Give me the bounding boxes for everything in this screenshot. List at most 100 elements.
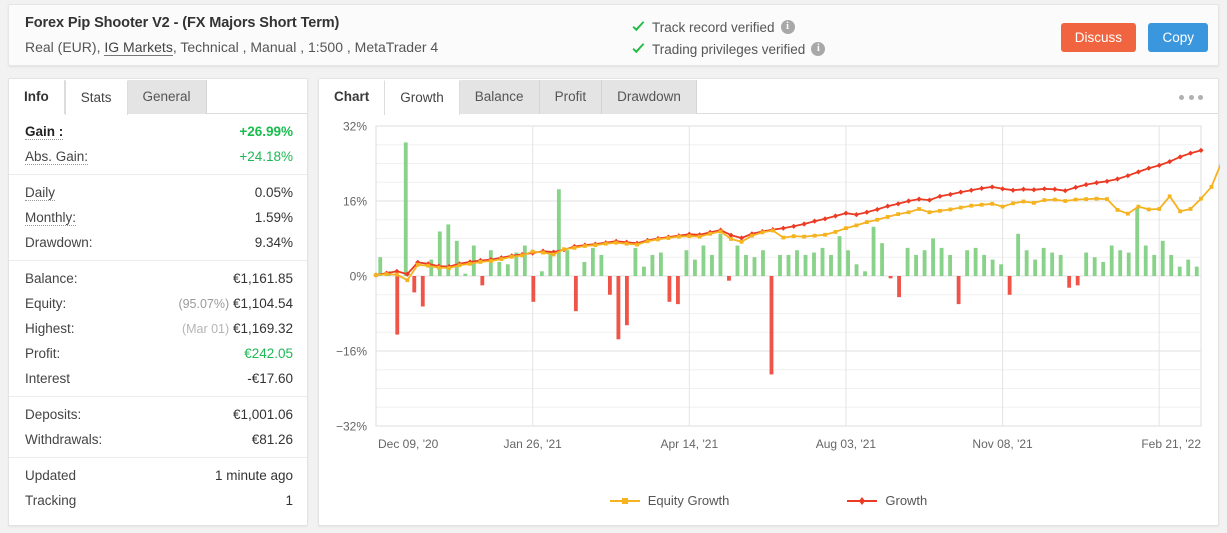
stat-value-daily: 0.05% [254,185,293,200]
stat-label-equity: Equity: [25,296,67,311]
x-axis-tick-label: Dec 09, '20 [378,437,439,451]
three-dots-icon[interactable] [1176,89,1206,105]
tab-balance[interactable]: Balance [459,80,540,114]
stat-row-equity: Equity: (95.07%) €1,104.54 [9,291,307,316]
stat-row-deposits: Deposits: €1,001.06 [9,402,307,427]
account-type: Real (EUR), [25,39,101,55]
info-icon[interactable]: i [780,20,795,34]
verification-trading-privileges-label: Trading privileges verified [652,41,806,57]
chart-legend: Equity Growth Growth [319,493,1218,508]
stat-value-interest: -€17.60 [247,371,293,386]
stat-label-interest: Interest [25,371,71,386]
stat-value-highest: (Mar 01) €1,169.32 [182,321,293,336]
info-icon[interactable]: i [811,42,826,56]
stat-label-profit: Profit: [25,346,61,361]
stat-row-highest: Highest: (Mar 01) €1,169.32 [9,316,307,341]
growth-chart: 32% 16% 0% −16% −32% Dec 09, '20 Jan 26, '21 Ap… [319,114,1220,526]
stat-label-gain[interactable]: Gain : [25,124,64,140]
stat-value-updated: 1 minute ago [214,468,293,483]
legend-item-growth[interactable]: Growth [847,493,927,508]
stat-row-gain: Gain : +26.99% [9,119,307,144]
stat-value-withdrawals: €81.26 [251,432,293,447]
stat-label-tracking: Tracking [25,493,77,508]
legend-marker-equity-growth [609,495,640,507]
stat-row-tracking: Tracking 1 [9,488,307,513]
account-meta: Real (EUR), IG Markets, Technical , Manu… [25,39,439,56]
y-axis-tick-label: −16% [336,345,367,359]
stat-row-interest: Interest -€17.60 [9,366,307,391]
tab-stats[interactable]: Stats [64,80,128,115]
y-axis-tick-label: −32% [336,420,367,434]
stats-group-account: Balance: €1,161.85 Equity: (95.07%) €1,1… [9,261,307,397]
check-icon [631,20,646,35]
page-title: Forex Pip Shooter V2 - (FX Majors Short … [25,15,340,31]
stat-value-gain: +26.99% [239,124,293,139]
verification-track-record-label: Track record verified [652,19,775,35]
tab-info[interactable]: Info [9,80,65,114]
stat-row-balance: Balance: €1,161.85 [9,266,307,291]
legend-marker-growth [847,495,878,507]
chart-section-label: Chart [319,80,385,114]
chart-tabbar: Chart Growth Balance Profit Drawdown [319,79,1218,115]
stat-value-equity-amount: €1,104.54 [232,296,293,311]
stats-group-performance: Daily 0.05% Monthly: 1.59% Drawdown: 9.3… [9,175,307,261]
stats-group-meta: Updated 1 minute ago Tracking 1 [9,458,307,518]
y-axis-tick-label: 0% [350,270,368,284]
growth-chart-svg: 32% 16% 0% −16% −32% Dec 09, '20 Jan 26, '21 Ap… [336,120,1220,451]
stat-value-equity: (95.07%) €1,104.54 [178,296,293,311]
stats-group-gain: Gain : +26.99% Abs. Gain: +24.18% [9,114,307,175]
stats-panel: Info Stats General Gain : +26.99% Abs. G… [8,78,308,526]
stat-label-drawdown: Drawdown: [25,235,93,250]
stat-value-equity-percent: (95.07%) [178,297,230,311]
stat-value-tracking: 1 [285,493,293,508]
y-axis-tick-label: 32% [343,120,367,134]
stats-tabbar: Info Stats General [9,79,307,115]
x-axis-tick-label: Aug 03, '21 [816,437,877,451]
stat-row-abs-gain: Abs. Gain: +24.18% [9,144,307,169]
stat-value-abs-gain: +24.18% [239,149,293,164]
account-overview-page: Forex Pip Shooter V2 - (FX Majors Short … [0,0,1227,533]
stat-label-deposits: Deposits: [25,407,82,422]
verification-track-record: Track record verified i [631,16,825,38]
legend-label-growth: Growth [885,493,928,508]
account-header: Forex Pip Shooter V2 - (FX Majors Short … [8,4,1219,66]
stat-value-highest-amount: €1,169.32 [232,321,293,336]
stat-label-withdrawals: Withdrawals: [25,432,103,447]
broker-link[interactable]: IG Markets [104,39,173,56]
stat-value-balance: €1,161.85 [232,271,293,286]
stat-label-balance: Balance: [25,271,78,286]
stat-row-updated: Updated 1 minute ago [9,463,307,488]
stat-value-highest-date: (Mar 01) [181,322,230,336]
stats-group-funding: Deposits: €1,001.06 Withdrawals: €81.26 [9,397,307,458]
y-axis-tick-label: 16% [343,195,367,209]
chart-panel: Chart Growth Balance Profit Drawdown 32%… [318,78,1220,526]
stat-value-drawdown: 9.34% [254,235,293,250]
discuss-button[interactable]: Discuss [1060,23,1136,52]
account-meta-rest: , Technical , Manual , 1:500 , MetaTrade… [172,39,439,55]
stat-value-monthly: 1.59% [254,210,293,225]
stat-row-profit: Profit: €242.05 [9,341,307,366]
x-axis-tick-label: Feb 21, '22 [1141,437,1201,451]
check-icon [631,42,646,57]
verification-trading-privileges: Trading privileges verified i [631,38,826,60]
stat-label-abs-gain[interactable]: Abs. Gain: [25,149,89,165]
tab-growth[interactable]: Growth [384,80,460,115]
stat-row-daily: Daily 0.05% [9,180,307,205]
stat-label-updated: Updated [25,468,77,483]
copy-button[interactable]: Copy [1148,23,1208,52]
stat-row-withdrawals: Withdrawals: €81.26 [9,427,307,452]
stat-row-monthly: Monthly: 1.59% [9,205,307,230]
stat-value-profit: €242.05 [244,346,293,361]
stat-value-deposits: €1,001.06 [232,407,293,422]
x-axis-tick-label: Nov 08, '21 [972,437,1033,451]
stat-label-highest: Highest: [25,321,75,336]
stat-row-drawdown: Drawdown: 9.34% [9,230,307,255]
legend-item-equity-growth[interactable]: Equity Growth [609,493,730,508]
tab-profit[interactable]: Profit [539,80,603,114]
tab-general[interactable]: General [127,80,207,114]
verification-badges: Track record verified i Trading privileg… [631,16,826,60]
stat-label-daily[interactable]: Daily [25,185,56,201]
legend-label-equity-growth: Equity Growth [647,493,730,508]
stat-label-monthly[interactable]: Monthly: [25,210,77,226]
tab-drawdown[interactable]: Drawdown [602,80,697,114]
